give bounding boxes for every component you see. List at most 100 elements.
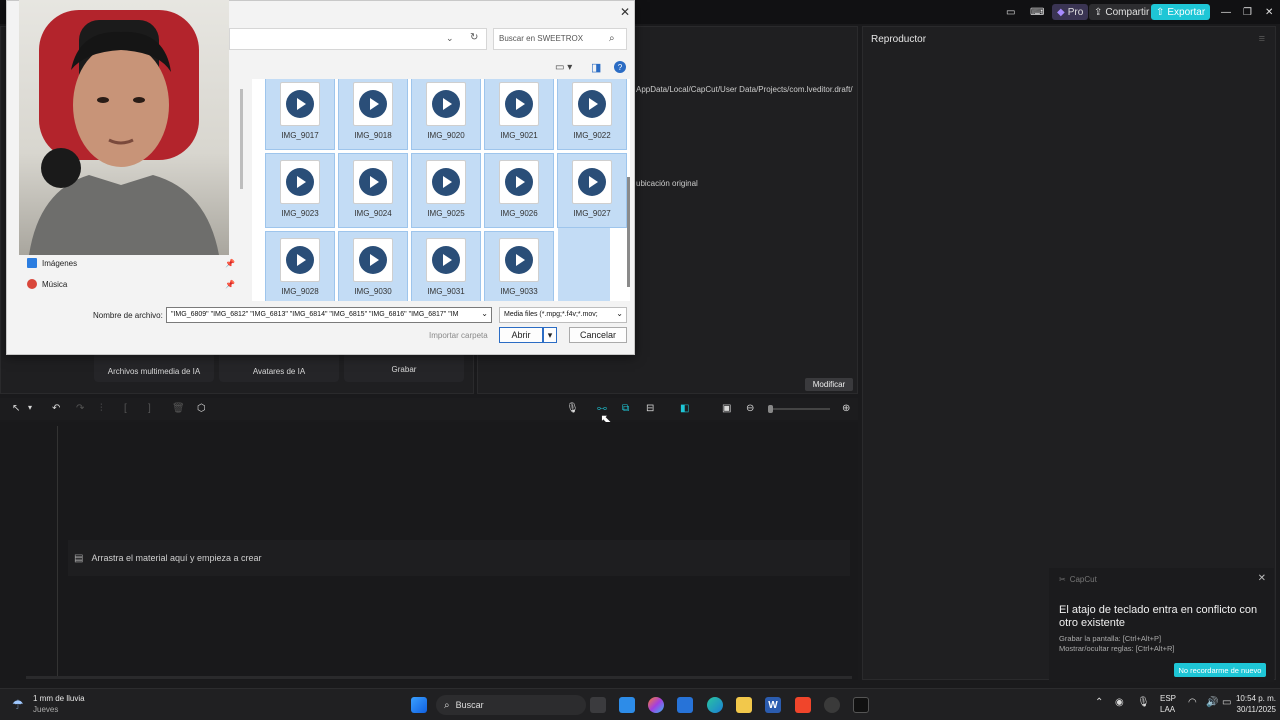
capcut-taskbar-icon[interactable] — [853, 697, 869, 713]
chevron-down-icon[interactable]: ⌄ — [481, 309, 488, 318]
help-icon[interactable]: ? — [614, 61, 626, 73]
notification-close-icon[interactable]: ✕ — [1258, 573, 1266, 584]
main-track-dropzone[interactable]: ▤ Arrastra el material aquí y empieza a … — [68, 540, 850, 576]
split-screen-icon[interactable]: ◧ — [680, 403, 689, 414]
sidebar-item-music[interactable]: Música — [27, 279, 67, 289]
player-title: Reproductor — [871, 34, 927, 45]
copilot-icon[interactable] — [648, 697, 664, 713]
file-tile[interactable]: IMG_9031 — [411, 231, 481, 301]
microphone-icon[interactable]: 🎙 — [566, 403, 579, 414]
start-icon[interactable] — [411, 697, 427, 713]
chatgpt-icon[interactable] — [824, 697, 840, 713]
file-tile[interactable]: IMG_9017 — [265, 79, 335, 150]
tray-icon[interactable]: ◉ — [1115, 697, 1124, 708]
dont-remind-button[interactable]: No recordarme de nuevo — [1174, 663, 1266, 677]
store-icon[interactable] — [677, 697, 693, 713]
wifi-icon[interactable]: ◠ — [1188, 697, 1197, 708]
file-tile[interactable]: IMG_9023 — [265, 153, 335, 228]
modify-button[interactable]: Modificar — [805, 378, 853, 391]
file-tile[interactable]: IMG_9033 — [484, 231, 554, 301]
file-explorer-icon[interactable] — [736, 697, 752, 713]
preview-pane-icon[interactable]: ◨ — [591, 61, 601, 74]
menu-icon[interactable]: ≡ — [1259, 33, 1265, 45]
sidebar-scrollbar[interactable] — [240, 89, 243, 189]
magnet-icon[interactable]: ⧉ — [622, 403, 629, 414]
file-tile[interactable]: IMG_9030 — [338, 231, 408, 301]
sidebar-item-images[interactable]: Imágenes — [27, 258, 77, 268]
pro-badge[interactable]: ◆ Pro — [1052, 4, 1089, 20]
snap-icon[interactable]: ⊟ — [646, 403, 654, 414]
file-tile[interactable]: IMG_9024 — [338, 153, 408, 228]
preview-icon[interactable]: ▣ — [722, 403, 731, 414]
layout-icon[interactable]: ▭ — [1006, 4, 1015, 20]
redo-icon[interactable]: ↷ — [76, 403, 84, 414]
pin-icon[interactable]: 📌 — [225, 259, 235, 268]
split-icon[interactable]: ⫶ — [100, 403, 103, 414]
language-top[interactable]: ESP — [1160, 694, 1176, 703]
keyboard-icon[interactable]: ⌨ — [1030, 4, 1044, 20]
weather-text[interactable]: 1 mm de lluvia — [33, 694, 85, 703]
delete-icon[interactable]: 🗑 — [172, 403, 185, 414]
zoom-in-icon[interactable]: ⊕ — [842, 403, 850, 414]
select-tool-icon[interactable]: ↖ — [12, 403, 20, 414]
search-icon[interactable]: ⌕ — [609, 33, 615, 44]
ai-media-button[interactable]: Archivos multimedia de IA — [94, 352, 214, 382]
ai-avatars-button[interactable]: Avatares de IA — [219, 352, 339, 382]
task-view-icon[interactable] — [590, 697, 606, 713]
zoom-slider-handle[interactable] — [768, 405, 773, 413]
file-tile[interactable]: IMG_9020 — [411, 79, 481, 150]
file-tile[interactable]: IMG_9028 — [265, 231, 335, 301]
trim-left-icon[interactable]: [ — [124, 403, 127, 414]
filetype-select[interactable]: Media files (*.mpg;*.f4v;*.mov; ⌄ — [499, 307, 627, 323]
file-tile[interactable]: IMG_9022 — [557, 79, 627, 150]
address-bar[interactable]: ⌄ ↻ — [229, 28, 487, 50]
shield-icon[interactable]: ⬡ — [197, 403, 206, 414]
brave-icon[interactable] — [795, 697, 811, 713]
pin-icon[interactable]: 📌 — [225, 280, 235, 289]
close-window-icon[interactable]: ✕ — [1265, 4, 1273, 20]
chevron-up-icon[interactable]: ⌃ — [1095, 697, 1103, 708]
search-input[interactable]: Buscar en SWEETROX — [499, 34, 583, 43]
dialog-close-icon[interactable]: ✕ — [620, 5, 630, 19]
chevron-down-icon[interactable]: ▾ — [28, 403, 32, 412]
import-folder-button[interactable]: Importar carpeta — [429, 331, 488, 340]
filename-input[interactable]: "IMG_6809" "IMG_6812" "IMG_6813" "IMG_68… — [166, 307, 492, 323]
word-icon[interactable]: W — [765, 697, 781, 713]
share-button[interactable]: ⇪ Compartir — [1089, 4, 1155, 20]
weather-icon[interactable]: ☂ — [12, 697, 24, 713]
location-option[interactable]: ubicación original — [636, 179, 698, 188]
chevron-down-icon[interactable]: ⌄ — [616, 309, 623, 318]
capcut-logo-icon: ✂ — [1059, 575, 1066, 584]
view-options-icon[interactable]: ▭ ▾ — [555, 62, 572, 73]
record-button[interactable]: Grabar — [344, 352, 464, 382]
file-grid-scrollbar[interactable] — [627, 177, 630, 287]
zoom-slider[interactable] — [768, 405, 830, 413]
open-button[interactable]: Abrir — [499, 327, 543, 343]
snipping-tool-icon[interactable] — [619, 697, 635, 713]
file-tile[interactable]: IMG_9026 — [484, 153, 554, 228]
cancel-button[interactable]: Cancelar — [569, 327, 627, 343]
video-file-icon — [426, 238, 466, 282]
video-file-icon — [280, 82, 320, 126]
search-box[interactable]: Buscar en SWEETROX ⌕ — [493, 28, 627, 50]
taskbar-search[interactable]: ⌕ Buscar — [436, 695, 586, 715]
zoom-out-icon[interactable]: ⊖ — [746, 403, 754, 414]
maximize-icon[interactable]: ❐ — [1243, 4, 1252, 20]
file-tile[interactable]: IMG_9021 — [484, 79, 554, 150]
timeline-scrollbar[interactable] — [26, 676, 852, 679]
file-tile[interactable]: IMG_9025 — [411, 153, 481, 228]
volume-icon[interactable]: 🔊 — [1206, 697, 1218, 708]
minimize-icon[interactable]: — — [1221, 4, 1231, 20]
file-tile[interactable]: IMG_9027 — [557, 153, 627, 228]
clock-time[interactable]: 10:54 p. m. — [1226, 694, 1276, 703]
open-dropdown-button[interactable]: ▾ — [543, 327, 557, 343]
undo-icon[interactable]: ↶ — [52, 403, 60, 414]
refresh-icon[interactable]: ↻ — [470, 32, 478, 43]
file-tile[interactable]: IMG_9018 — [338, 79, 408, 150]
trim-right-icon[interactable]: ] — [148, 403, 151, 414]
export-button[interactable]: ⇧ Exportar — [1151, 4, 1211, 20]
chevron-down-icon[interactable]: ⌄ — [446, 33, 454, 44]
microphone-icon[interactable]: 🎙 — [1137, 697, 1150, 708]
edge-icon[interactable] — [707, 697, 723, 713]
playhead[interactable] — [57, 426, 58, 676]
